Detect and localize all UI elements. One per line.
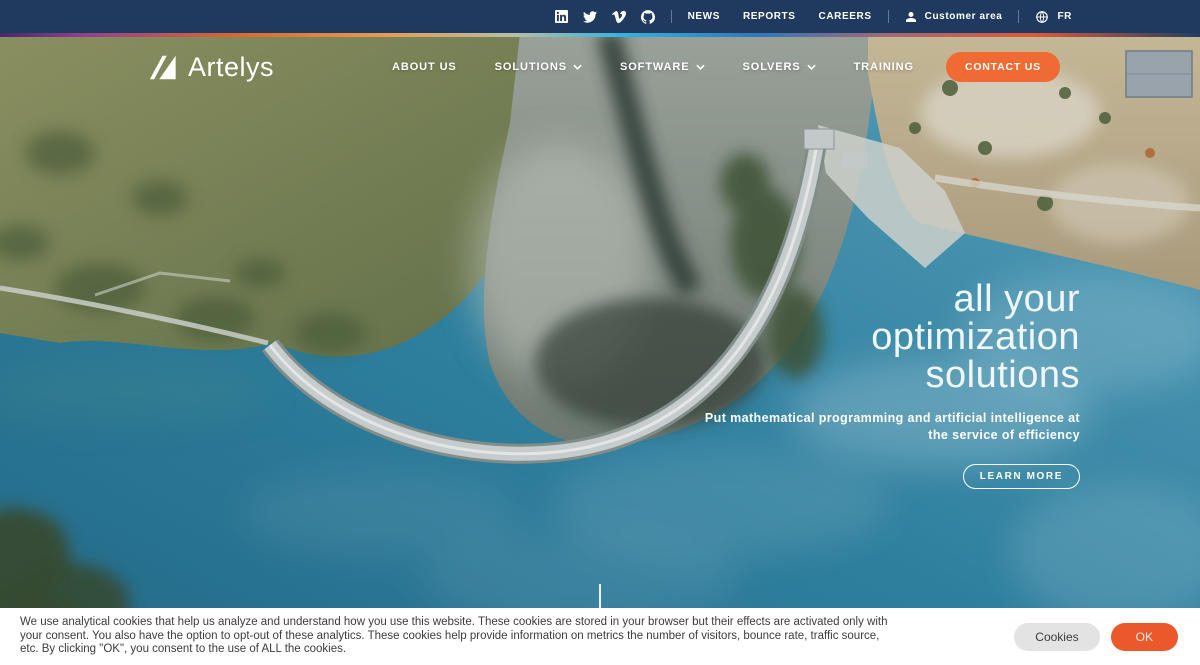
scroll-indicator-line [599, 584, 601, 608]
cookie-message: We use analytical cookies that help us a… [0, 616, 887, 657]
globe-icon [1035, 10, 1049, 24]
customer-area-link[interactable]: Customer area [905, 11, 1003, 23]
cookies-settings-button[interactable]: Cookies [1014, 623, 1099, 651]
topbar-links: NEWS REPORTS CAREERS [688, 11, 872, 22]
cookie-banner: We use analytical cookies that help us a… [0, 608, 1200, 665]
topbar-link-reports[interactable]: REPORTS [743, 11, 796, 22]
main-navigation: Artelys ABOUT US SOLUTIONS SOFTWARE SOLV… [0, 37, 1200, 97]
nav-menu: ABOUT US SOLUTIONS SOFTWARE SOLVERS TRAI… [392, 61, 914, 73]
hero-title-line-1: all your [705, 280, 1080, 318]
twitter-icon[interactable] [583, 10, 597, 24]
topbar-divider [1018, 10, 1019, 23]
linkedin-icon[interactable] [555, 10, 568, 23]
cookies-ok-button[interactable]: OK [1111, 623, 1178, 651]
chevron-down-icon [696, 64, 705, 70]
hero-title-line-3: solutions [705, 356, 1080, 394]
brand-gradient-line [0, 33, 1200, 37]
contact-us-button[interactable]: CONTACT US [946, 52, 1060, 82]
social-links [555, 10, 655, 24]
github-icon[interactable] [641, 10, 655, 24]
chevron-down-icon [573, 64, 582, 70]
hero-title-line-2: optimization [705, 318, 1080, 356]
topbar-link-news[interactable]: NEWS [688, 11, 720, 22]
nav-item-solvers[interactable]: SOLVERS [743, 61, 816, 73]
customer-area-label: Customer area [925, 11, 1003, 22]
nav-item-about-us[interactable]: ABOUT US [392, 61, 457, 73]
language-label: FR [1057, 11, 1072, 22]
hero-section: all your optimization solutions Put math… [705, 280, 1080, 489]
language-switcher[interactable]: FR [1035, 10, 1072, 24]
chevron-down-icon [807, 64, 816, 70]
nav-item-solutions[interactable]: SOLUTIONS [495, 61, 582, 73]
topbar: NEWS REPORTS CAREERS Customer area FR [0, 0, 1200, 33]
nav-item-training[interactable]: TRAINING [854, 61, 914, 73]
nav-item-software[interactable]: SOFTWARE [620, 61, 705, 73]
topbar-link-careers[interactable]: CAREERS [819, 11, 872, 22]
topbar-divider [671, 10, 672, 23]
cookie-actions: Cookies OK [1014, 623, 1178, 651]
artelys-logo-glyph [148, 52, 178, 82]
learn-more-button[interactable]: LEARN MORE [963, 464, 1080, 489]
user-icon [905, 11, 917, 23]
brand-name: Artelys [188, 52, 274, 83]
hero-subtitle: Put mathematical programming and artific… [705, 410, 1080, 444]
topbar-divider [888, 10, 889, 23]
vimeo-icon[interactable] [612, 10, 626, 24]
hero-title: all your optimization solutions [705, 280, 1080, 394]
artelys-homepage: NEWS REPORTS CAREERS Customer area FR Ar… [0, 0, 1200, 665]
artelys-logo[interactable]: Artelys [148, 52, 274, 83]
